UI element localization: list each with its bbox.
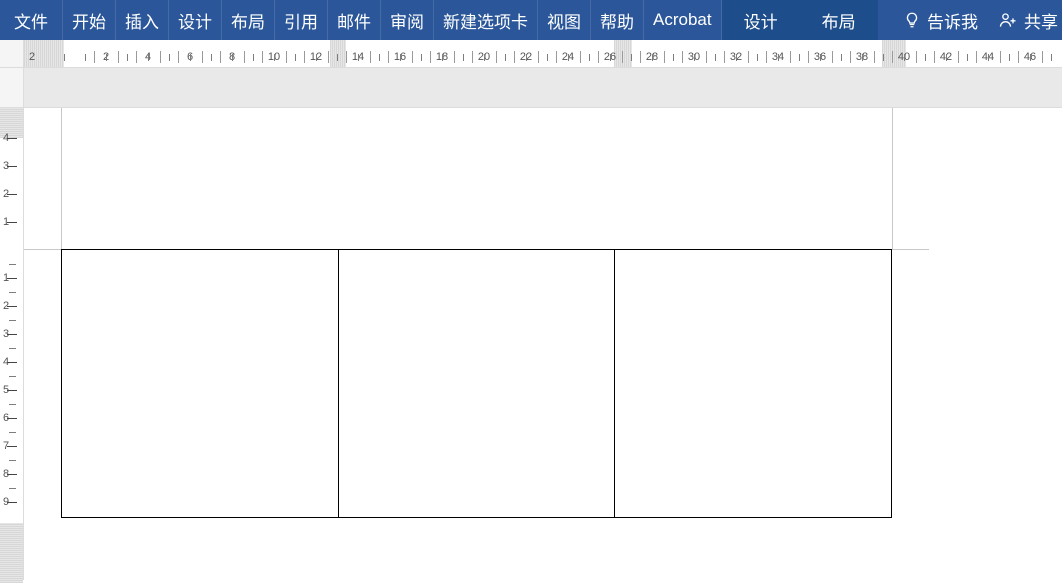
tab-table-layout[interactable]: 布局	[800, 0, 878, 40]
table-cell[interactable]	[62, 250, 339, 518]
tell-me-label: 告诉我	[927, 8, 978, 33]
vertical-ruler[interactable]: 4321123456789	[0, 108, 24, 580]
page-area[interactable]	[24, 108, 1062, 580]
horizontal-ruler[interactable]: 2246810121416182022242628303234363840424…	[24, 40, 1062, 67]
tab-mail[interactable]: 邮件	[328, 0, 381, 40]
tab-help[interactable]: 帮助	[591, 0, 644, 40]
tab-newtab[interactable]: 新建选项卡	[434, 0, 538, 40]
table-cell[interactable]	[338, 250, 615, 518]
ruler-corner	[0, 40, 24, 67]
tab-insert[interactable]: 插入	[116, 0, 169, 40]
gray-gap	[0, 68, 1062, 108]
lightbulb-icon	[903, 11, 921, 29]
vruler-body-shade	[0, 523, 23, 583]
tab-home[interactable]: 开始	[63, 0, 116, 40]
table-row	[62, 250, 892, 518]
table-cell[interactable]	[615, 250, 892, 518]
ruler-ticks: 2246810121416182022242628303234363840424…	[24, 40, 1062, 67]
tab-layout[interactable]: 布局	[222, 0, 275, 40]
ribbon-right-group: 告诉我 共享	[903, 0, 1062, 40]
tell-me-button[interactable]: 告诉我	[903, 8, 978, 33]
gray-gap-corner	[0, 68, 24, 107]
tab-review[interactable]: 审阅	[381, 0, 434, 40]
ribbon-tabs: 文件 开始 插入 设计 布局 引用 邮件 审阅 新建选项卡 视图 帮助 Acro…	[0, 0, 1062, 40]
tab-acrobat[interactable]: Acrobat	[644, 0, 722, 40]
margin-top-line-left	[24, 249, 61, 250]
tab-file[interactable]: 文件	[0, 0, 63, 40]
document-area: 4321123456789	[0, 108, 1062, 580]
content-table[interactable]	[61, 249, 892, 518]
share-label: 共享	[1024, 8, 1058, 33]
tab-references[interactable]: 引用	[275, 0, 328, 40]
tab-view[interactable]: 视图	[538, 0, 591, 40]
person-plus-icon	[998, 11, 1018, 29]
tab-design[interactable]: 设计	[169, 0, 222, 40]
margin-right-line	[892, 108, 893, 249]
tab-table-design[interactable]: 设计	[722, 0, 800, 40]
margin-top-line-right	[892, 249, 929, 250]
margin-left-line	[61, 108, 62, 249]
share-button[interactable]: 共享	[998, 8, 1058, 33]
page	[24, 108, 929, 580]
horizontal-ruler-row: 2246810121416182022242628303234363840424…	[0, 40, 1062, 68]
